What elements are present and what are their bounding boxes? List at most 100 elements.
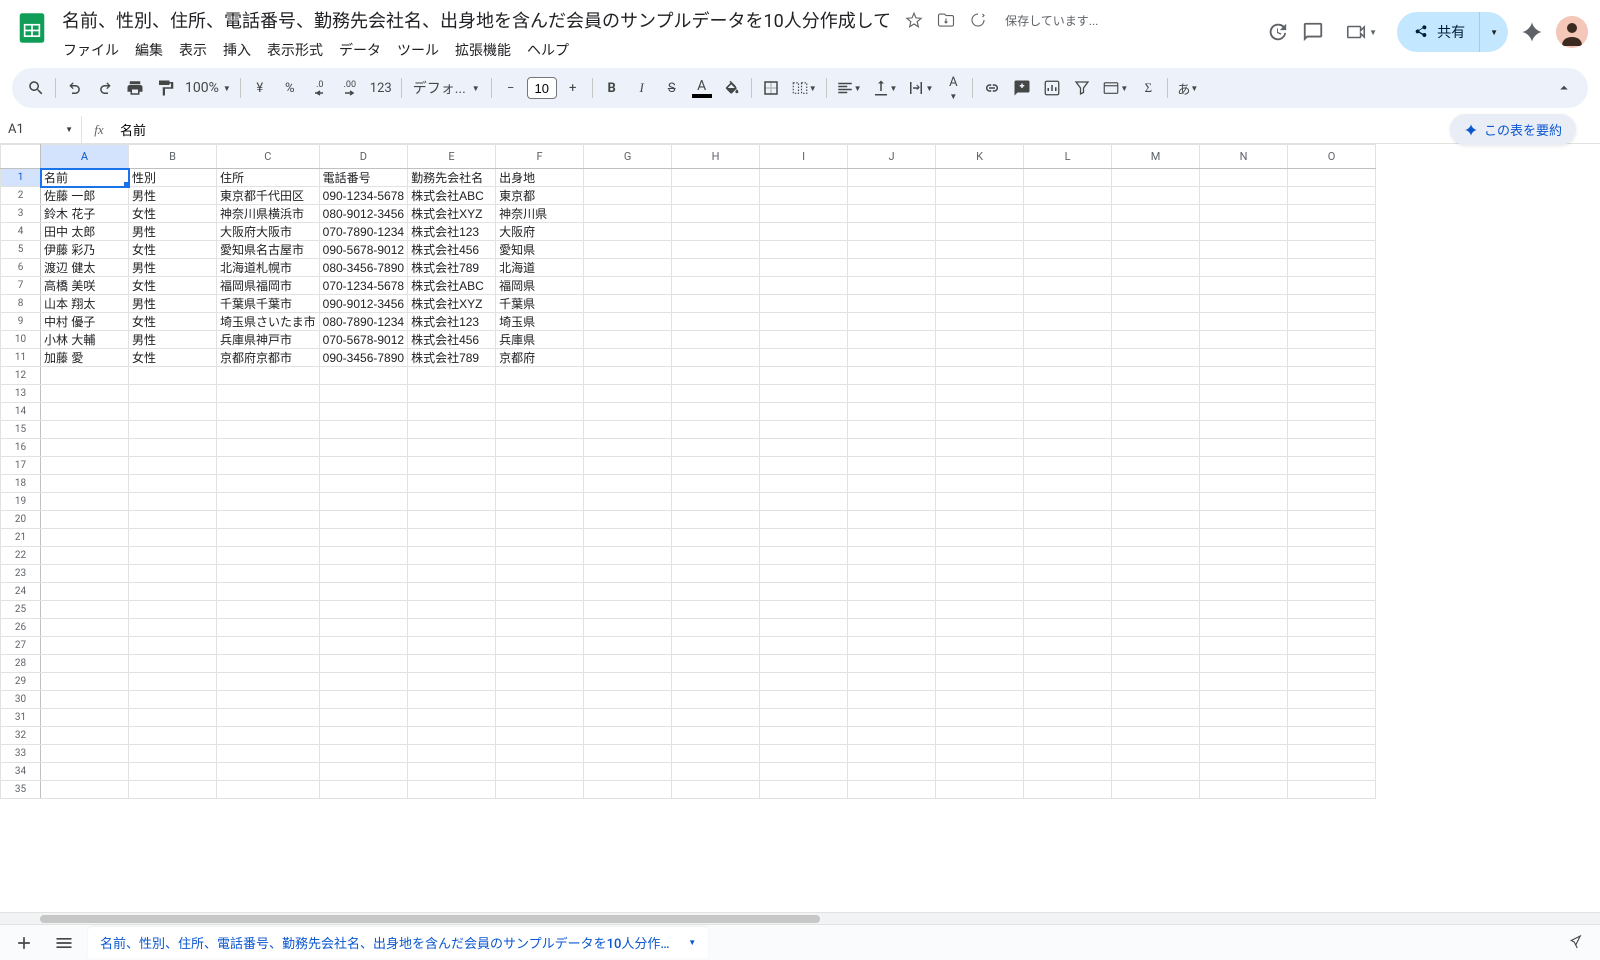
cell-G8[interactable] (584, 295, 672, 313)
cell-D16[interactable] (319, 439, 407, 457)
menu-3[interactable]: 挿入 (216, 36, 258, 64)
cell-N35[interactable] (1200, 781, 1288, 799)
row-header-8[interactable]: 8 (1, 295, 41, 313)
row-header-28[interactable]: 28 (1, 655, 41, 673)
star-icon[interactable] (905, 11, 923, 29)
cell-A9[interactable]: 中村 優子 (41, 313, 129, 331)
cell-H11[interactable] (672, 349, 760, 367)
cell-N31[interactable] (1200, 709, 1288, 727)
cell-I18[interactable] (760, 475, 848, 493)
cell-J25[interactable] (848, 601, 936, 619)
cell-C23[interactable] (217, 565, 320, 583)
cell-N15[interactable] (1200, 421, 1288, 439)
col-header-E[interactable]: E (408, 145, 496, 169)
ime-button[interactable]: あ▼ (1173, 74, 1202, 102)
cell-I8[interactable] (760, 295, 848, 313)
col-header-D[interactable]: D (319, 145, 407, 169)
cell-B14[interactable] (129, 403, 217, 421)
valign-button[interactable]: ▼ (868, 74, 902, 102)
cell-K27[interactable] (936, 637, 1024, 655)
summarize-table-button[interactable]: この表を要約 (1450, 114, 1576, 145)
cell-I28[interactable] (760, 655, 848, 673)
cell-A33[interactable] (41, 745, 129, 763)
cell-F18[interactable] (496, 475, 584, 493)
cell-C19[interactable] (217, 493, 320, 511)
cell-D3[interactable]: 080-9012-3456 (319, 205, 407, 223)
cell-J10[interactable] (848, 331, 936, 349)
cell-K16[interactable] (936, 439, 1024, 457)
cell-L33[interactable] (1024, 745, 1112, 763)
cell-N24[interactable] (1200, 583, 1288, 601)
cell-D8[interactable]: 090-9012-3456 (319, 295, 407, 313)
cloud-status-icon[interactable] (969, 11, 987, 29)
cell-I1[interactable] (760, 169, 848, 187)
cell-I14[interactable] (760, 403, 848, 421)
cell-J1[interactable] (848, 169, 936, 187)
cell-B34[interactable] (129, 763, 217, 781)
row-header-5[interactable]: 5 (1, 241, 41, 259)
cell-L11[interactable] (1024, 349, 1112, 367)
cell-E3[interactable]: 株式会社XYZ (408, 205, 496, 223)
bold-button[interactable]: B (598, 74, 626, 102)
cell-N12[interactable] (1200, 367, 1288, 385)
cell-A2[interactable]: 佐藤 一郎 (41, 187, 129, 205)
cell-N5[interactable] (1200, 241, 1288, 259)
row-header-18[interactable]: 18 (1, 475, 41, 493)
cell-M30[interactable] (1112, 691, 1200, 709)
cell-M21[interactable] (1112, 529, 1200, 547)
cell-J18[interactable] (848, 475, 936, 493)
cell-H26[interactable] (672, 619, 760, 637)
cell-K5[interactable] (936, 241, 1024, 259)
cell-J30[interactable] (848, 691, 936, 709)
cell-K10[interactable] (936, 331, 1024, 349)
cell-A7[interactable]: 高橋 美咲 (41, 277, 129, 295)
cell-K11[interactable] (936, 349, 1024, 367)
cell-D30[interactable] (319, 691, 407, 709)
cell-F12[interactable] (496, 367, 584, 385)
cell-I9[interactable] (760, 313, 848, 331)
cell-F27[interactable] (496, 637, 584, 655)
cell-O22[interactable] (1288, 547, 1376, 565)
cell-C30[interactable] (217, 691, 320, 709)
cell-G13[interactable] (584, 385, 672, 403)
cell-F7[interactable]: 福岡県 (496, 277, 584, 295)
cell-B12[interactable] (129, 367, 217, 385)
cell-C8[interactable]: 千葉県千葉市 (217, 295, 320, 313)
cell-K7[interactable] (936, 277, 1024, 295)
cell-O34[interactable] (1288, 763, 1376, 781)
row-header-22[interactable]: 22 (1, 547, 41, 565)
cell-C9[interactable]: 埼玉県さいたま市 (217, 313, 320, 331)
cell-N30[interactable] (1200, 691, 1288, 709)
cell-E14[interactable] (408, 403, 496, 421)
cell-G28[interactable] (584, 655, 672, 673)
cell-N7[interactable] (1200, 277, 1288, 295)
cell-B24[interactable] (129, 583, 217, 601)
cell-M7[interactable] (1112, 277, 1200, 295)
add-sheet-button[interactable] (8, 929, 40, 957)
cell-A3[interactable]: 鈴木 花子 (41, 205, 129, 223)
cell-O26[interactable] (1288, 619, 1376, 637)
cell-G17[interactable] (584, 457, 672, 475)
cell-F15[interactable] (496, 421, 584, 439)
cell-H8[interactable] (672, 295, 760, 313)
explore-button[interactable] (1564, 928, 1592, 956)
cell-N17[interactable] (1200, 457, 1288, 475)
cell-N2[interactable] (1200, 187, 1288, 205)
cell-B15[interactable] (129, 421, 217, 439)
cell-M6[interactable] (1112, 259, 1200, 277)
cell-E4[interactable]: 株式会社123 (408, 223, 496, 241)
cell-G3[interactable] (584, 205, 672, 223)
cell-M32[interactable] (1112, 727, 1200, 745)
cell-J24[interactable] (848, 583, 936, 601)
cell-E35[interactable] (408, 781, 496, 799)
row-header-6[interactable]: 6 (1, 259, 41, 277)
move-folder-icon[interactable] (937, 11, 955, 29)
cell-J21[interactable] (848, 529, 936, 547)
sheet-tab-active[interactable]: 名前、性別、住所、電話番号、勤務先会社名、出身地を含んだ会員のサンプルデータを1… (88, 927, 708, 958)
cell-J22[interactable] (848, 547, 936, 565)
cell-M26[interactable] (1112, 619, 1200, 637)
cell-M24[interactable] (1112, 583, 1200, 601)
cell-A29[interactable] (41, 673, 129, 691)
cell-E13[interactable] (408, 385, 496, 403)
col-header-F[interactable]: F (496, 145, 584, 169)
